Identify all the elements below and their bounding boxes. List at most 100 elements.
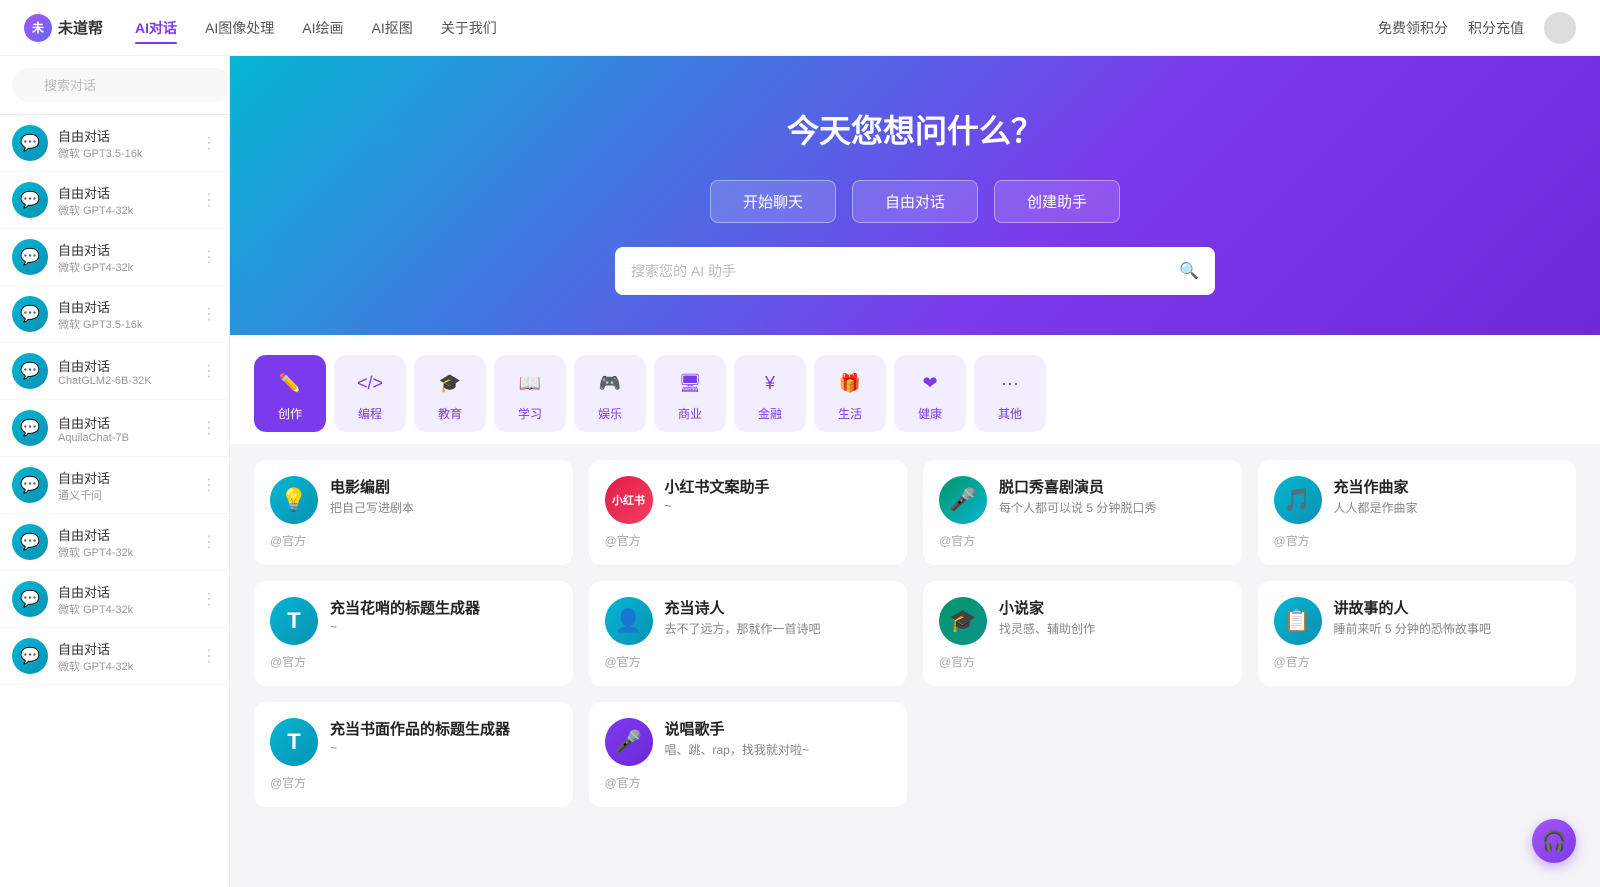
- sidebar-item-info: 自由对话 微软 GPT4-32k: [58, 582, 191, 617]
- recharge-link[interactable]: 积分充值: [1468, 18, 1524, 38]
- category-icon: ¥: [752, 365, 788, 401]
- card-desc: ~: [330, 620, 557, 634]
- hero-search-input[interactable]: [631, 263, 1179, 279]
- card-info: 充当书面作品的标题生成器 ~: [330, 718, 557, 755]
- card-item[interactable]: 💡 电影编剧 把自己写进剧本 @官方: [254, 460, 573, 565]
- search-input[interactable]: [12, 68, 230, 102]
- sidebar-item-info: 自由对话 微软 GPT4-32k: [58, 240, 191, 275]
- more-icon[interactable]: ⋮: [201, 361, 217, 381]
- sidebar-item[interactable]: 💬 自由对话 通义千问 ⋮: [0, 457, 229, 514]
- category-edu[interactable]: 🎓 教育: [414, 355, 486, 432]
- card-top: 👤 充当诗人 去不了远方，那就作一首诗吧: [605, 597, 892, 645]
- card-title: 小说家: [999, 597, 1226, 618]
- sidebar-item-sub: ChatGLM2-6B-32K: [58, 375, 191, 387]
- card-avatar: T: [270, 718, 318, 766]
- nav-link-ai-image[interactable]: AI图像处理: [205, 14, 274, 42]
- category-icon: </>: [352, 365, 388, 401]
- main-layout: 🔍 ＋ 💬 自由对话 微软 GPT3.5-16k ⋮ 💬 自由对话 微软 GPT…: [0, 56, 1600, 887]
- category-create[interactable]: ✏️ 创作: [254, 355, 326, 432]
- card-top: T 充当书面作品的标题生成器 ~: [270, 718, 557, 766]
- content-area: 今天您想问什么？ 开始聊天 自由对话 创建助手 🔍 ✏️ 创作 </> 编程 🎓…: [230, 56, 1600, 887]
- logo-text: 未道帮: [58, 17, 103, 38]
- card-item[interactable]: 🎵 充当作曲家 人人都是作曲家 @官方: [1258, 460, 1577, 565]
- card-item[interactable]: T 充当花哨的标题生成器 ~ @官方: [254, 581, 573, 686]
- card-avatar: 🎵: [1274, 476, 1322, 524]
- sidebar-item[interactable]: 💬 自由对话 微软 GPT3.5-16k ⋮: [0, 115, 229, 172]
- card-item[interactable]: 🎓 小说家 找灵感、辅助创作 @官方: [923, 581, 1242, 686]
- category-health[interactable]: ❤ 健康: [894, 355, 966, 432]
- categories-bar: ✏️ 创作 </> 编程 🎓 教育 📖 学习 🎮 娱乐 🖥 商业 ¥ 金融 🎁 …: [230, 335, 1600, 444]
- category-label: 生活: [838, 405, 862, 422]
- nav-right: 免费领积分 积分充值: [1378, 12, 1576, 44]
- start-chat-button[interactable]: 开始聊天: [710, 180, 836, 223]
- create-assistant-button[interactable]: 创建助手: [994, 180, 1120, 223]
- more-icon[interactable]: ⋮: [201, 475, 217, 495]
- category-label: 其他: [998, 405, 1022, 422]
- sidebar-item[interactable]: 💬 自由对话 微软 GPT3.5-16k ⋮: [0, 286, 229, 343]
- free-chat-button[interactable]: 自由对话: [852, 180, 978, 223]
- free-points-link[interactable]: 免费领积分: [1378, 18, 1448, 38]
- help-float-button[interactable]: 🎧: [1532, 819, 1576, 863]
- category-other[interactable]: ··· 其他: [974, 355, 1046, 432]
- sidebar-item[interactable]: 💬 自由对话 微软 GPT4-32k ⋮: [0, 229, 229, 286]
- sidebar-item-title: 自由对话: [58, 240, 191, 259]
- sidebar-item[interactable]: 💬 自由对话 AquilaChat-7B ⋮: [0, 400, 229, 457]
- category-code[interactable]: </> 编程: [334, 355, 406, 432]
- sidebar-item-title: 自由对话: [58, 356, 191, 375]
- card-title: 充当书面作品的标题生成器: [330, 718, 557, 739]
- sidebar-item[interactable]: 💬 自由对话 ChatGLM2-6B-32K ⋮: [0, 343, 229, 400]
- card-item[interactable]: 🎤 说唱歌手 唱、跳、rap，找我就对啦~ @官方: [589, 702, 908, 807]
- more-icon[interactable]: ⋮: [201, 304, 217, 324]
- more-icon[interactable]: ⋮: [201, 418, 217, 438]
- sidebar-avatar: 💬: [12, 410, 48, 446]
- more-icon[interactable]: ⋮: [201, 646, 217, 666]
- nav-link-ai-matting[interactable]: AI抠图: [371, 14, 412, 42]
- more-icon[interactable]: ⋮: [201, 589, 217, 609]
- logo[interactable]: 未 未道帮: [24, 14, 103, 42]
- card-info: 说唱歌手 唱、跳、rap，找我就对啦~: [665, 718, 892, 758]
- category-life[interactable]: 🎁 生活: [814, 355, 886, 432]
- card-title: 脱口秀喜剧演员: [999, 476, 1226, 497]
- sidebar-item[interactable]: 💬 自由对话 微软 GPT4-32k ⋮: [0, 571, 229, 628]
- hero-search-icon[interactable]: 🔍: [1179, 261, 1199, 281]
- card-desc: 人人都是作曲家: [1334, 499, 1561, 516]
- sidebar-item[interactable]: 💬 自由对话 微软 GPT4-32k ⋮: [0, 514, 229, 571]
- sidebar-item-sub: 微软 GPT3.5-16k: [58, 145, 191, 161]
- card-item[interactable]: 🎤 脱口秀喜剧演员 每个人都可以说 5 分钟脱口秀 @官方: [923, 460, 1242, 565]
- more-icon[interactable]: ⋮: [201, 247, 217, 267]
- nav-link-ai-chat[interactable]: AI对话: [135, 14, 177, 42]
- sidebar-item[interactable]: 💬 自由对话 微软 GPT4-32k ⋮: [0, 628, 229, 685]
- category-icon: 📖: [512, 365, 548, 401]
- more-icon[interactable]: ⋮: [201, 133, 217, 153]
- sidebar-avatar: 💬: [12, 467, 48, 503]
- sidebar-item[interactable]: 💬 自由对话 微软 GPT4-32k ⋮: [0, 172, 229, 229]
- category-label: 编程: [358, 405, 382, 422]
- logo-icon: 未: [24, 14, 52, 42]
- sidebar-item-sub: 微软 GPT4-32k: [58, 544, 191, 560]
- card-item[interactable]: 小红书 小红书文案助手 ~ @官方: [589, 460, 908, 565]
- sidebar-search-bar: 🔍 ＋: [0, 56, 229, 115]
- card-top: 小红书 小红书文案助手 ~: [605, 476, 892, 524]
- card-author: @官方: [605, 653, 892, 670]
- more-icon[interactable]: ⋮: [201, 190, 217, 210]
- card-item[interactable]: 👤 充当诗人 去不了远方，那就作一首诗吧 @官方: [589, 581, 908, 686]
- nav-link-about[interactable]: 关于我们: [441, 14, 497, 42]
- card-item[interactable]: 📋 讲故事的人 睡前来听 5 分钟的恐怖故事吧 @官方: [1258, 581, 1577, 686]
- cards-grid: 💡 电影编剧 把自己写进剧本 @官方 小红书 小红书文案助手 ~ @官方 🎤 脱…: [254, 460, 1576, 807]
- category-finance[interactable]: ¥ 金融: [734, 355, 806, 432]
- card-item[interactable]: T 充当书面作品的标题生成器 ~ @官方: [254, 702, 573, 807]
- card-info: 电影编剧 把自己写进剧本: [330, 476, 557, 516]
- avatar[interactable]: [1544, 12, 1576, 44]
- card-author: @官方: [270, 532, 557, 549]
- more-icon[interactable]: ⋮: [201, 532, 217, 552]
- sidebar-item-title: 自由对话: [58, 525, 191, 544]
- category-entertainment[interactable]: 🎮 娱乐: [574, 355, 646, 432]
- category-learn[interactable]: 📖 学习: [494, 355, 566, 432]
- card-author: @官方: [605, 774, 892, 791]
- sidebar-item-title: 自由对话: [58, 413, 191, 432]
- top-nav: 未 未道帮 AI对话 AI图像处理 AI绘画 AI抠图 关于我们 免费领积分 积分充值: [0, 0, 1600, 56]
- sidebar-avatar: 💬: [12, 353, 48, 389]
- nav-link-ai-paint[interactable]: AI绘画: [302, 14, 343, 42]
- category-business[interactable]: 🖥 商业: [654, 355, 726, 432]
- hero-title: 今天您想问什么？: [270, 106, 1560, 152]
